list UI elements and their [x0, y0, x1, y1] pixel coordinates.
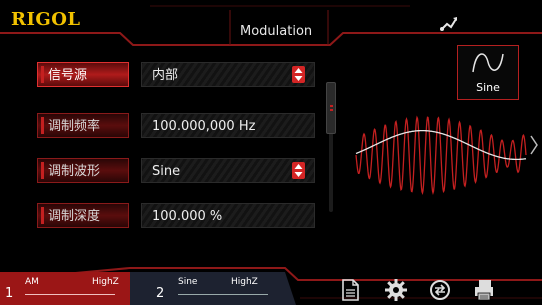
channel-number: 1	[5, 286, 14, 301]
channel-mode: AM	[25, 277, 39, 287]
scrollbar-thumb[interactable]	[326, 82, 336, 134]
row-label-text: 信号源	[48, 68, 88, 83]
channel-load: HighZ	[92, 277, 119, 287]
channel-number: 2	[156, 286, 165, 301]
mod-frequency-field[interactable]: 100.000,000 Hz	[141, 113, 315, 138]
channel-underline	[178, 294, 268, 295]
mod-frequency-value: 100.000,000 Hz	[152, 119, 256, 134]
row-label-mod-waveform[interactable]: 调制波形	[37, 158, 129, 183]
printer-icon[interactable]	[472, 278, 496, 302]
dropdown-arrows-icon[interactable]	[292, 162, 305, 179]
waveform-preview-label: Sine	[476, 81, 500, 94]
row-label-mod-depth[interactable]: 调制深度	[37, 203, 129, 228]
row-label-text: 调制频率	[48, 119, 101, 134]
gear-icon[interactable]	[384, 278, 408, 302]
mod-waveform-select[interactable]: Sine	[141, 158, 315, 183]
dropdown-arrows-icon[interactable]	[292, 66, 305, 83]
row-label-signal-source[interactable]: 信号源	[37, 62, 129, 87]
row-label-text: 调制波形	[48, 164, 101, 179]
channel-1-tab[interactable]: 1 AM HighZ	[0, 272, 130, 305]
mod-depth-value: 100.000 %	[152, 209, 223, 224]
chevron-right-icon[interactable]	[529, 134, 539, 156]
sync-icon[interactable]	[428, 278, 452, 302]
usb-icon[interactable]	[438, 14, 460, 34]
row-label-mod-frequency[interactable]: 调制频率	[37, 113, 129, 138]
channel-2-tab[interactable]: 2 Sine HighZ	[132, 272, 282, 305]
document-icon[interactable]	[338, 278, 362, 302]
mod-depth-field[interactable]: 100.000 %	[141, 203, 315, 228]
row-label-text: 调制深度	[48, 209, 101, 224]
signal-source-select[interactable]: 内部	[141, 62, 315, 87]
brand-logo: RIGOL	[11, 9, 81, 30]
channel-load: HighZ	[231, 277, 258, 287]
channel-underline	[25, 294, 115, 295]
signal-source-value: 内部	[152, 68, 179, 83]
channel-mode: Sine	[178, 277, 198, 287]
sine-wave-icon	[472, 53, 504, 73]
page-title: Modulation	[240, 24, 313, 39]
mod-waveform-value: Sine	[152, 164, 181, 179]
modulation-screen: RIGOL Modulation 信号源 内部 调制频率 100.000,000…	[0, 0, 542, 305]
am-waveform-graphic	[355, 115, 527, 196]
